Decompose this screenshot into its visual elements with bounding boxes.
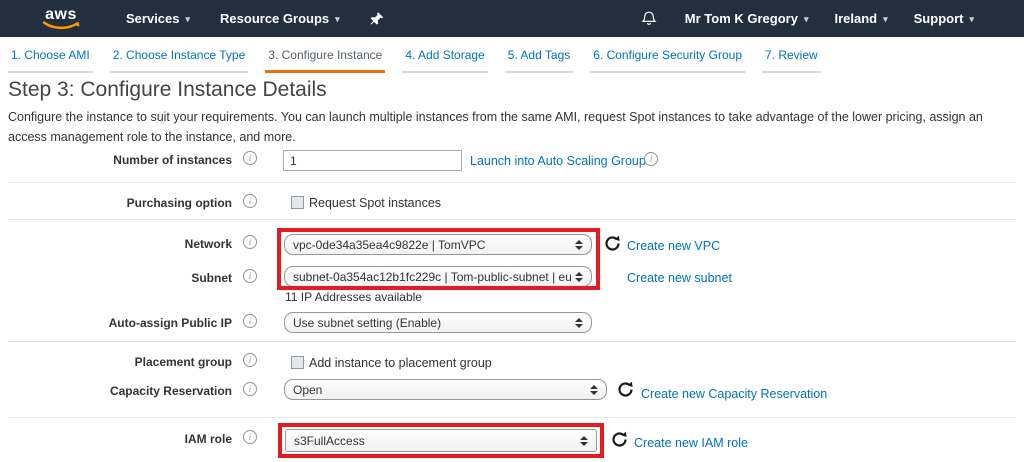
network-select[interactable]: vpc-0de34a35ea4c9822e | TomVPC — [284, 234, 592, 255]
select-arrows-icon — [575, 240, 583, 250]
wizard-steps-tabs: 1. Choose AMI 2. Choose Instance Type 3.… — [8, 48, 821, 73]
chevron-down-icon: ▾ — [883, 14, 888, 25]
nav-region-menu[interactable]: Ireland ▾ — [834, 11, 887, 26]
info-icon[interactable] — [243, 430, 257, 444]
placement-group-label: Placement group — [0, 355, 232, 369]
refresh-icon[interactable] — [604, 235, 621, 252]
select-arrows-icon — [575, 318, 583, 328]
row-divider — [8, 341, 1016, 342]
placement-group-checkbox[interactable] — [291, 356, 304, 369]
number-of-instances-label: Number of instances — [0, 153, 232, 167]
placement-group-checkbox-label: Add instance to placement group — [309, 356, 492, 370]
nav-resource-groups-menu[interactable]: Resource Groups ▾ — [220, 11, 340, 26]
network-label: Network — [0, 237, 232, 251]
subnet-label: Subnet — [0, 271, 232, 285]
chevron-down-icon: ▾ — [186, 14, 191, 25]
number-of-instances-input[interactable] — [283, 150, 462, 171]
nav-services-menu[interactable]: Services ▾ — [126, 11, 190, 26]
ip-addresses-available-note: 11 IP Addresses available — [285, 290, 422, 304]
nav-region-label: Ireland — [834, 11, 877, 26]
info-icon[interactable] — [243, 269, 257, 283]
page-description: Configure the instance to suit your requ… — [8, 107, 1012, 147]
pushpin-icon — [370, 11, 384, 26]
tab-choose-ami[interactable]: 1. Choose AMI — [8, 48, 93, 73]
nav-support-label: Support — [914, 11, 964, 26]
network-select-value: vpc-0de34a35ea4c9822e | TomVPC — [285, 238, 571, 252]
info-icon[interactable] — [243, 235, 257, 249]
chevron-down-icon: ▾ — [969, 14, 974, 25]
info-icon[interactable] — [243, 353, 257, 367]
select-arrows-icon — [590, 385, 598, 395]
tab-configure-instance[interactable]: 3. Configure Instance — [265, 48, 385, 73]
capacity-reservation-value: Open — [285, 383, 586, 397]
select-arrows-icon — [580, 436, 588, 446]
iam-role-select[interactable]: s3FullAccess — [285, 429, 597, 452]
purchasing-option-label: Purchasing option — [0, 196, 232, 210]
chevron-down-icon: ▾ — [335, 14, 340, 25]
iam-role-label: IAM role — [0, 432, 232, 446]
nav-services-label: Services — [126, 11, 180, 26]
auto-assign-public-ip-select[interactable]: Use subnet setting (Enable) — [284, 312, 592, 333]
capacity-reservation-label: Capacity Reservation — [0, 384, 232, 398]
create-new-vpc-link[interactable]: Create new VPC — [627, 239, 720, 253]
create-new-iam-role-link[interactable]: Create new IAM role — [634, 436, 748, 450]
auto-assign-public-ip-value: Use subnet setting (Enable) — [285, 316, 571, 330]
tab-review[interactable]: 7. Review — [762, 48, 821, 73]
top-navigation-bar: aws Services ▾ Resource Groups ▾ — [0, 0, 1024, 37]
aws-logo[interactable]: aws — [42, 8, 80, 30]
nav-account-menu[interactable]: Mr Tom K Gregory ▾ — [685, 11, 809, 26]
info-icon[interactable] — [243, 382, 257, 396]
chevron-down-icon: ▾ — [804, 14, 809, 25]
nav-right-group: Mr Tom K Gregory ▾ Ireland ▾ Support ▾ — [641, 10, 1024, 27]
nav-support-menu[interactable]: Support ▾ — [914, 11, 974, 26]
tab-choose-instance-type[interactable]: 2. Choose Instance Type — [110, 48, 249, 73]
row-divider — [8, 219, 1016, 220]
create-new-capacity-reservation-link[interactable]: Create new Capacity Reservation — [641, 387, 827, 401]
nav-resource-groups-label: Resource Groups — [220, 11, 329, 26]
row-divider — [8, 417, 1016, 418]
tab-add-storage[interactable]: 4. Add Storage — [402, 48, 487, 73]
subnet-select-value: subnet-0a354ac12b1fc229c | Tom-public-su… — [285, 270, 571, 284]
aws-smile-icon — [42, 21, 80, 30]
pin-icon[interactable] — [370, 11, 384, 26]
notifications-bell-icon[interactable] — [641, 10, 657, 27]
nav-account-label: Mr Tom K Gregory — [685, 11, 798, 26]
create-new-subnet-link[interactable]: Create new subnet — [627, 271, 732, 285]
auto-assign-public-ip-label: Auto-assign Public IP — [0, 316, 232, 330]
info-icon[interactable] — [243, 194, 257, 208]
tab-configure-security-group[interactable]: 6. Configure Security Group — [590, 48, 745, 73]
request-spot-instances-checkbox[interactable] — [291, 196, 304, 209]
tab-add-tags[interactable]: 5. Add Tags — [505, 48, 574, 73]
subnet-select[interactable]: subnet-0a354ac12b1fc229c | Tom-public-su… — [284, 266, 592, 287]
iam-role-value: s3FullAccess — [286, 434, 576, 448]
info-icon[interactable] — [644, 152, 658, 166]
capacity-reservation-select[interactable]: Open — [284, 379, 607, 400]
row-divider — [8, 182, 1016, 183]
launch-into-auto-scaling-group-link[interactable]: Launch into Auto Scaling Group — [470, 154, 646, 168]
aws-logo-text: aws — [45, 8, 77, 22]
page-title: Step 3: Configure Instance Details — [8, 78, 327, 102]
info-icon[interactable] — [243, 314, 257, 328]
request-spot-instances-label: Request Spot instances — [309, 196, 441, 210]
refresh-icon[interactable] — [617, 381, 634, 398]
select-arrows-icon — [575, 272, 583, 282]
configure-instance-page: aws Services ▾ Resource Groups ▾ — [0, 0, 1024, 462]
refresh-icon[interactable] — [611, 431, 628, 448]
info-icon[interactable] — [243, 151, 257, 165]
